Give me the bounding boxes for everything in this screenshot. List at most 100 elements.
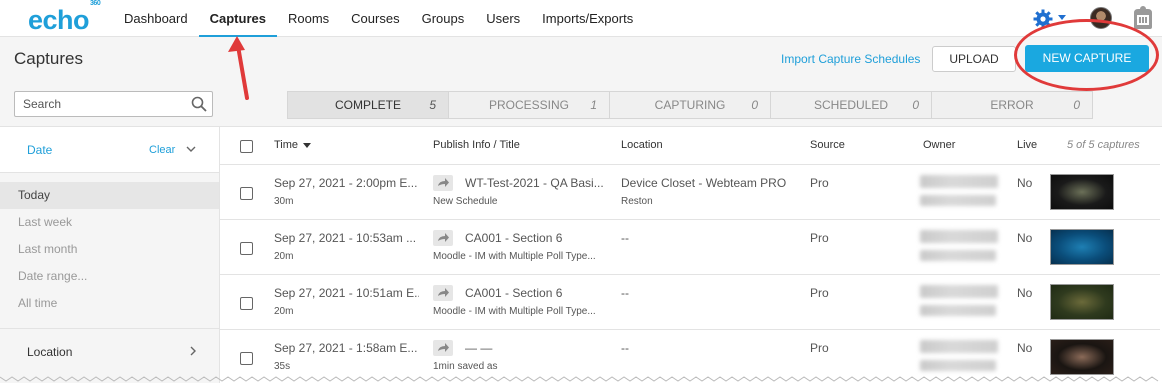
row-checkbox[interactable] <box>240 242 253 255</box>
owner-redacted <box>920 230 998 243</box>
date-option-all-time[interactable]: All time <box>0 290 219 317</box>
capture-duration: 30m <box>274 196 294 207</box>
row-checkbox[interactable] <box>240 297 253 310</box>
search-input[interactable] <box>14 91 213 117</box>
nav-link-imports-exports[interactable]: Imports/Exports <box>531 0 644 37</box>
page-header: Captures Import Capture Schedules UPLOAD… <box>0 37 1162 80</box>
nav-link-captures[interactable]: Captures <box>198 0 277 37</box>
app-switcher-icon[interactable] <box>1131 6 1155 31</box>
date-option-today[interactable]: Today <box>0 182 219 209</box>
new-capture-button[interactable]: NEW CAPTURE <box>1025 45 1149 72</box>
tab-count: 1 <box>590 98 597 112</box>
capture-title[interactable]: CA001 - Section 6 <box>465 231 603 245</box>
capture-subtitle: New Schedule <box>433 196 498 207</box>
tab-error[interactable]: ERROR 0 <box>932 92 1092 118</box>
tab-count: 0 <box>751 98 758 112</box>
nav-link-dashboard[interactable]: Dashboard <box>113 0 199 37</box>
column-header-source: Source <box>810 139 845 151</box>
table-row[interactable]: Sep 27, 2021 - 10:53am ... 20m CA001 - Sec… <box>220 220 1160 275</box>
capture-thumbnail[interactable] <box>1050 174 1114 210</box>
captures-count-label: 5 of 5 captures <box>1067 139 1140 151</box>
capture-duration: 20m <box>274 251 294 262</box>
status-tabs: COMPLETE 5 PROCESSING 1 CAPTURING 0 SCHEDULED 0… <box>287 91 1093 119</box>
row-checkbox[interactable] <box>240 352 253 365</box>
gear-icon[interactable] <box>1033 9 1053 29</box>
column-header-time[interactable]: Time <box>274 139 312 151</box>
upload-button[interactable]: UPLOAD <box>932 46 1016 72</box>
table-header: Time Publish Info / Title Location Sourc… <box>220 127 1160 165</box>
capture-title[interactable]: CA001 - Section 6 <box>465 286 603 300</box>
capture-source: Pro <box>810 231 829 245</box>
search-icon[interactable] <box>191 96 207 112</box>
tab-label: COMPLETE <box>334 98 401 112</box>
import-capture-schedules-link[interactable]: Import Capture Schedules <box>781 52 920 66</box>
table-row[interactable]: Sep 27, 2021 - 2:00pm E... 30m WT-Test-202… <box>220 165 1160 220</box>
capture-title[interactable]: WT-Test-2021 - QA Basi... <box>465 176 603 190</box>
column-header-live: Live <box>1017 139 1038 151</box>
row-checkbox[interactable] <box>240 187 253 200</box>
owner-redacted <box>920 175 998 188</box>
tab-label: PROCESSING <box>488 98 569 112</box>
live-status: No <box>1017 231 1033 245</box>
tab-count: 0 <box>1073 98 1080 112</box>
tab-processing[interactable]: PROCESSING 1 <box>449 92 610 118</box>
clear-date-filter-link[interactable]: Clear <box>149 144 175 156</box>
tab-label: CAPTURING <box>654 98 726 112</box>
capture-subtitle: Moodle - IM with Multiple Poll Type... <box>433 251 596 262</box>
capture-location: -- <box>621 341 629 355</box>
capture-time: Sep 27, 2021 - 2:00pm E... <box>274 176 418 190</box>
table-row[interactable]: Sep 27, 2021 - 10:51am E... 20m CA001 - Se… <box>220 275 1160 330</box>
select-all-checkbox[interactable] <box>240 140 253 153</box>
live-status: No <box>1017 286 1033 300</box>
capture-location-detail: Reston <box>621 196 653 207</box>
date-option-last-month[interactable]: Last month <box>0 236 219 263</box>
share-icon[interactable] <box>433 340 453 356</box>
tab-scheduled[interactable]: SCHEDULED 0 <box>771 92 932 118</box>
settings-dropdown-caret-icon[interactable] <box>1058 15 1066 20</box>
owner-redacted <box>920 285 998 298</box>
date-filter-label: Date <box>27 143 53 157</box>
table-row[interactable]: Sep 27, 2021 - 1:58am E... 35s — — 1min sav… <box>220 330 1160 383</box>
echo360-logo[interactable]: echo360 <box>28 0 101 36</box>
capture-duration: 20m <box>274 306 294 317</box>
owner-redacted <box>920 340 998 353</box>
share-icon[interactable] <box>433 175 453 191</box>
capture-source: Pro <box>810 341 829 355</box>
tab-count: 0 <box>912 98 919 112</box>
capture-thumbnail[interactable] <box>1050 339 1114 375</box>
column-header-time-label: Time <box>274 139 299 151</box>
capture-duration: 35s <box>274 361 291 372</box>
logo-text: echo <box>28 5 90 35</box>
date-filter-header[interactable]: Date Clear <box>0 127 219 173</box>
nav-link-groups[interactable]: Groups <box>411 0 476 37</box>
share-icon[interactable] <box>433 285 453 301</box>
capture-time: Sep 27, 2021 - 10:51am E... <box>274 286 419 300</box>
owner-redacted-secondary <box>920 250 996 261</box>
nav-link-rooms[interactable]: Rooms <box>277 0 340 37</box>
column-header-title: Publish Info / Title <box>433 139 520 151</box>
user-avatar[interactable] <box>1090 7 1112 29</box>
chevron-right-icon[interactable] <box>188 346 198 356</box>
date-option-last-week[interactable]: Last week <box>0 209 219 236</box>
capture-thumbnail[interactable] <box>1050 284 1114 320</box>
owner-redacted-secondary <box>920 305 996 316</box>
capture-subtitle: 1min saved as <box>433 361 498 372</box>
chevron-down-icon[interactable] <box>186 144 196 154</box>
logo-superscript: 360 <box>90 0 101 7</box>
filter-sidebar: Date Clear Today Last week Last month Date … <box>0 127 220 383</box>
column-header-owner: Owner <box>923 139 956 151</box>
owner-redacted-secondary <box>920 195 996 206</box>
capture-location: -- <box>621 286 629 300</box>
share-icon[interactable] <box>433 230 453 246</box>
nav-link-courses[interactable]: Courses <box>340 0 410 37</box>
tab-label: ERROR <box>990 98 1034 112</box>
capture-thumbnail[interactable] <box>1050 229 1114 265</box>
date-option-date-range[interactable]: Date range... <box>0 263 219 290</box>
live-status: No <box>1017 176 1033 190</box>
capture-source: Pro <box>810 286 829 300</box>
nav-link-users[interactable]: Users <box>475 0 531 37</box>
tab-capturing[interactable]: CAPTURING 0 <box>610 92 771 118</box>
tab-complete[interactable]: COMPLETE 5 <box>288 92 449 118</box>
location-filter-header[interactable]: Location <box>0 328 219 374</box>
capture-title[interactable]: — — <box>465 341 603 355</box>
